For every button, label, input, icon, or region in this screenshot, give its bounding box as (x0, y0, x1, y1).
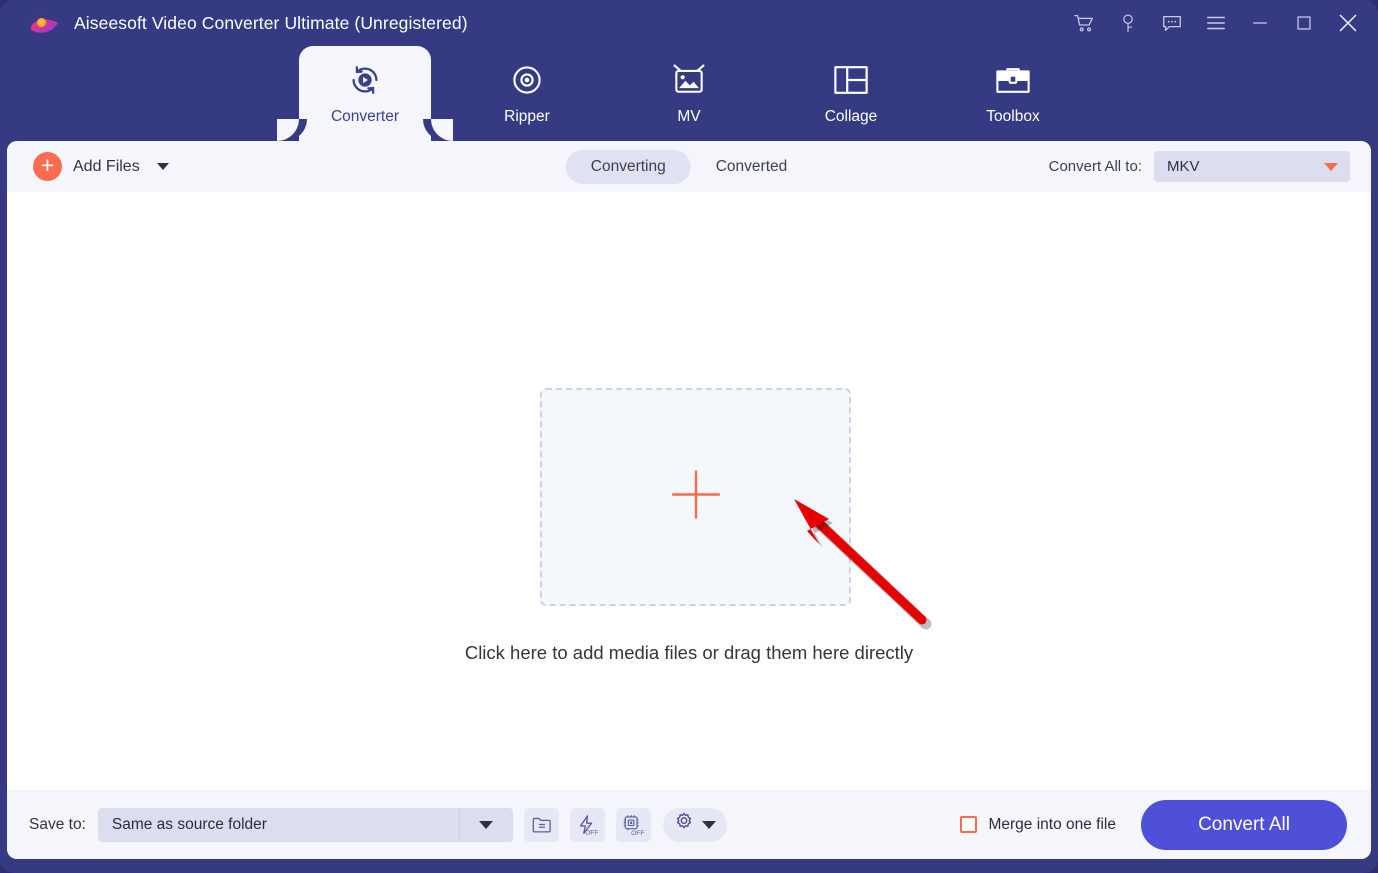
toolbox-icon (995, 60, 1031, 100)
preferences-button[interactable] (662, 807, 727, 842)
tab-converter[interactable]: Converter (277, 46, 453, 141)
tab-label: Toolbox (986, 108, 1040, 125)
minimize-icon[interactable] (1238, 1, 1282, 45)
tab-converted[interactable]: Converted (691, 150, 813, 184)
merge-into-one-file-checkbox[interactable]: Merge into one file (960, 816, 1116, 834)
caret-down-icon (701, 820, 716, 829)
svg-text:OFF: OFF (632, 830, 645, 836)
feedback-icon[interactable] (1150, 1, 1194, 45)
close-icon[interactable] (1326, 1, 1370, 45)
output-format-value: MKV (1167, 158, 1200, 175)
chevron-down-icon[interactable] (156, 163, 169, 170)
maximize-icon[interactable] (1282, 1, 1326, 45)
add-files-button[interactable]: + Add Files (33, 152, 169, 181)
tab-converting[interactable]: Converting (565, 149, 691, 184)
tab-ripper[interactable]: Ripper (461, 46, 593, 141)
content-toolbar: + Add Files Converting Converted Convert… (7, 141, 1371, 192)
save-to-label: Save to: (29, 815, 86, 833)
tab-label: Converter (330, 108, 400, 125)
tab-label: Collage (824, 108, 878, 125)
convert-all-button[interactable]: Convert All (1141, 799, 1347, 850)
tab-label: Ripper (504, 108, 550, 125)
save-to-select[interactable]: Same as source folder (97, 807, 513, 842)
add-files-label: Add Files (73, 157, 140, 175)
output-format-select[interactable]: MKV (1154, 151, 1350, 182)
save-to-dropdown-button[interactable] (458, 807, 513, 842)
title-bar: Aiseesoft Video Converter Ultimate (Unre… (0, 0, 1378, 46)
file-stage: Click here to add media files or drag th… (7, 192, 1371, 790)
cart-icon[interactable] (1062, 1, 1106, 45)
caret-down-icon (1324, 162, 1338, 171)
save-to-value: Same as source folder (111, 815, 267, 833)
dropzone-hint: Click here to add media files or drag th… (464, 642, 914, 663)
preferences-gear-icon (673, 811, 695, 838)
plus-circle-icon: + (33, 152, 62, 181)
menu-icon[interactable] (1194, 1, 1238, 45)
add-media-dropzone[interactable] (540, 388, 851, 606)
mv-icon (670, 60, 708, 100)
key-icon[interactable] (1106, 1, 1150, 45)
tab-mv[interactable]: MV (623, 46, 755, 141)
aiseesoft-logo (20, 6, 62, 40)
tab-collage[interactable]: Collage (785, 46, 917, 141)
title-bar-actions (1062, 1, 1378, 45)
app-title: Aiseesoft Video Converter Ultimate (Unre… (74, 12, 468, 33)
convert-all-to-label: Convert All to: (1048, 158, 1142, 175)
status-segmented-control: Converting Converted (565, 149, 813, 184)
ripper-icon (509, 60, 545, 100)
collage-icon (833, 60, 869, 100)
gpu-accel-icon[interactable]: OFF (615, 807, 651, 842)
open-folder-icon[interactable] (523, 807, 559, 842)
checkbox-box[interactable] (960, 816, 978, 833)
caret-down-icon (479, 820, 494, 829)
tab-toolbox[interactable]: Toolbox (947, 46, 1079, 141)
nav-tabs: Converter Ripper MV Collage Toolbox (0, 46, 1378, 141)
svg-text:OFF: OFF (586, 829, 599, 835)
nav-bar: Converter Ripper MV Collage Toolbox (0, 46, 1378, 141)
convert-all-to-group: Convert All to: MKV (1049, 151, 1350, 182)
app-window: Aiseesoft Video Converter Ultimate (Unre… (0, 0, 1378, 873)
hardware-accel-icon[interactable]: OFF (569, 807, 605, 842)
merge-label: Merge into one file (988, 815, 1116, 833)
plus-icon (665, 464, 727, 531)
content-area: + Add Files Converting Converted Convert… (7, 141, 1371, 859)
bottom-bar: Save to: Same as source folder OFF OFF M… (7, 790, 1371, 859)
tab-label: MV (677, 108, 701, 125)
converter-icon (346, 60, 384, 100)
